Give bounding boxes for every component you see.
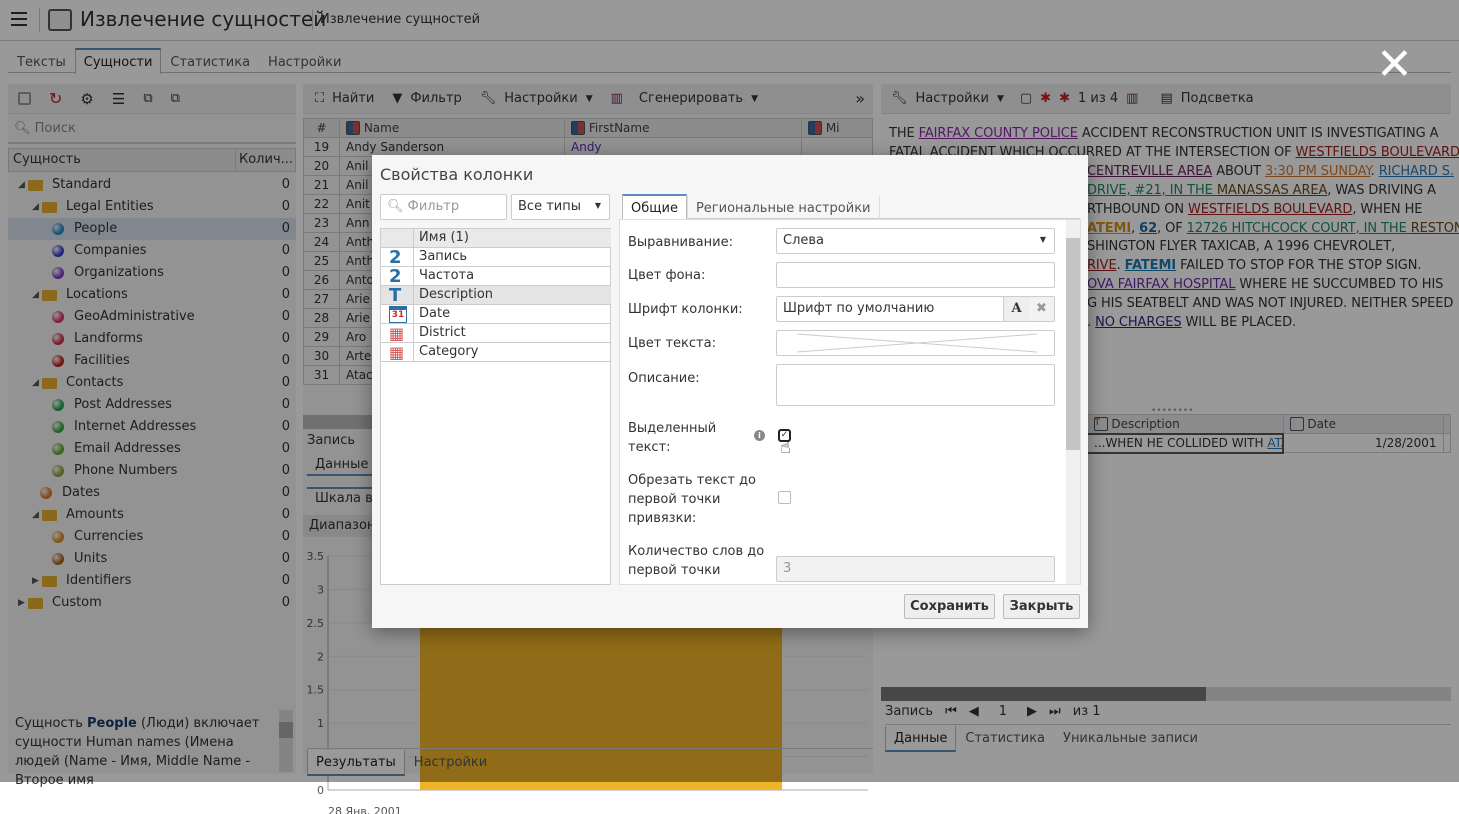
clear-font-icon[interactable]: ✖ (1029, 297, 1054, 321)
words-count-input[interactable]: 3 (776, 556, 1055, 582)
field-item[interactable]: 31 Date (381, 305, 611, 324)
form-scrollbar[interactable] (1066, 220, 1080, 584)
list-header[interactable]: Имя (1) (419, 229, 469, 247)
close-button[interactable]: Закрыть (1003, 594, 1080, 619)
dialog-tabs: Общие Региональные настройки (622, 194, 1080, 220)
search-icon: 🔍︎ (387, 199, 404, 214)
field-item[interactable]: ▦ District (381, 324, 611, 343)
field-item[interactable]: ▦ Category (381, 343, 611, 362)
save-button[interactable]: Сохранить (904, 594, 995, 619)
field-filter-input[interactable]: 🔍︎ Фильтр (380, 194, 507, 220)
column-font-input[interactable]: Шрифт по умолчанию A ✖ (776, 296, 1055, 322)
number-type-icon: 2 (389, 247, 402, 268)
field-item[interactable]: T Description (381, 286, 611, 305)
field-item[interactable]: 2 Частота (381, 267, 611, 286)
x-tick-label: 28 Янв, 2001 (328, 805, 402, 814)
text-color-input[interactable] (776, 330, 1055, 356)
chevron-down-icon: ▼ (1039, 235, 1046, 244)
tab-regional[interactable]: Региональные настройки (686, 195, 880, 220)
category-type-icon: ▦ (389, 324, 405, 343)
trim-checkbox[interactable] (778, 491, 791, 504)
hand-cursor-icon: ☝︎ (780, 437, 791, 458)
category-type-icon: ▦ (389, 343, 405, 362)
field-list: Имя (1) 2 Запись 2 Частота T Description 31 Dat… (380, 228, 611, 585)
text-type-icon: T (389, 285, 402, 306)
y-tick-label: 0 (317, 784, 324, 797)
column-properties-dialog: Свойства колонки 🔍︎ Фильтр Все типы ▼ Имя… (372, 155, 1088, 628)
number-type-icon: 2 (389, 266, 402, 287)
close-overlay-icon[interactable]: ✕ (1376, 40, 1413, 90)
general-form: Выравнивание: Слева ▼ Цвет фона: Шрифт ко… (619, 219, 1081, 585)
align-select[interactable]: Слева ▼ (776, 228, 1055, 254)
dialog-title: Свойства колонки (380, 165, 534, 184)
type-select[interactable]: Все типы ▼ (511, 194, 610, 220)
chevron-down-icon: ▼ (594, 201, 601, 210)
bg-color-input[interactable] (776, 262, 1055, 288)
info-icon[interactable]: i (754, 430, 765, 441)
date-type-icon: 31 (389, 306, 407, 323)
font-picker-button[interactable]: A (1003, 297, 1029, 321)
tab-general[interactable]: Общие (622, 194, 687, 220)
field-item[interactable]: 2 Запись (381, 248, 611, 267)
description-textarea[interactable] (776, 364, 1055, 406)
